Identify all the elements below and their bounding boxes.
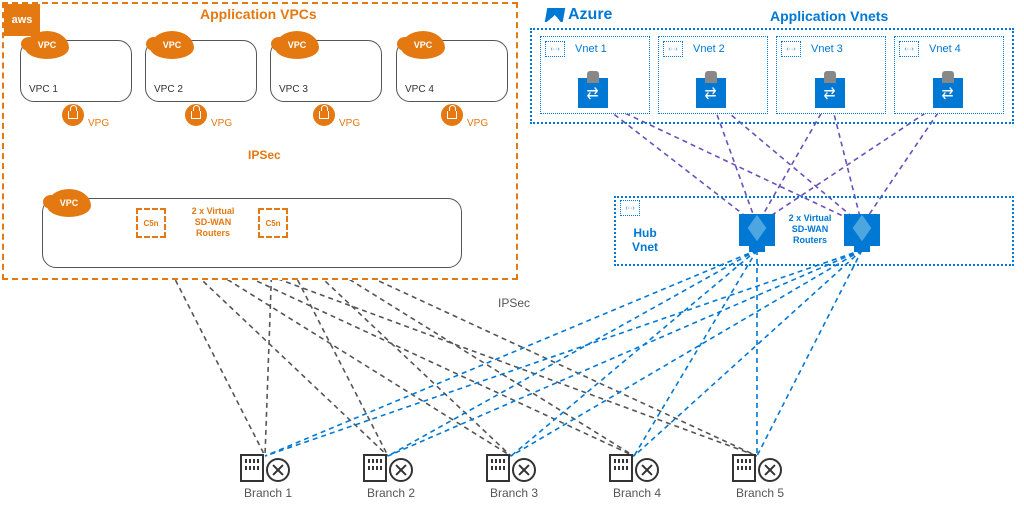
branch-label: Branch 3 xyxy=(490,486,538,500)
vpc-cloud-icon: VPC xyxy=(275,31,319,59)
branch-label: Branch 4 xyxy=(613,486,661,500)
vpg-label: VPG xyxy=(467,118,488,129)
lock-icon xyxy=(447,111,457,119)
building-icon xyxy=(240,454,264,482)
vnet-diamond-icon: ‹··› xyxy=(899,41,919,57)
vpg-label: VPG xyxy=(339,118,360,129)
vpg-icon xyxy=(183,102,209,128)
branch-node-3 xyxy=(486,454,536,482)
vpc-box-3: VPC VPC 3 xyxy=(270,40,382,102)
ipsec-center-label: IPSec xyxy=(498,296,530,310)
lock-icon xyxy=(68,111,78,119)
vpc-name-label: VPC 3 xyxy=(279,84,308,95)
vnet-name-label: Vnet 4 xyxy=(929,43,961,55)
application-vpcs-title: Application VPCs xyxy=(200,6,317,22)
cube-icon xyxy=(853,215,872,242)
branch-label: Branch 1 xyxy=(244,486,292,500)
vpc-cloud-icon: VPC xyxy=(150,31,194,59)
branch-node-4 xyxy=(609,454,659,482)
lock-icon xyxy=(191,111,201,119)
c5n-router-icon: C5n xyxy=(136,208,166,238)
vnet-diamond-icon: ‹··› xyxy=(781,41,801,57)
vnet-diamond-icon: ‹··› xyxy=(620,200,640,216)
azure-vm-icon xyxy=(739,214,775,246)
vnet-name-label: Vnet 2 xyxy=(693,43,725,55)
transit-vpc-box: VPC xyxy=(42,198,462,268)
lock-icon xyxy=(319,111,329,119)
azure-logo: Azure xyxy=(546,6,612,24)
building-icon xyxy=(363,454,387,482)
aws-sdwan-routers-label: 2 x Virtual SD-WAN Routers xyxy=(178,206,248,238)
application-vnets-title: Application Vnets xyxy=(770,8,888,24)
aws-logo-icon: aws xyxy=(4,4,40,36)
vpc-name-label: VPC 1 xyxy=(29,84,58,95)
vnet-name-label: Vnet 3 xyxy=(811,43,843,55)
vnet-peering-icon: ⇄ xyxy=(933,78,963,108)
vpg-label: VPG xyxy=(88,118,109,129)
branch-node-5 xyxy=(732,454,782,482)
vpg-icon xyxy=(439,102,465,128)
azure-logo-icon xyxy=(545,8,565,22)
vnet-diamond-icon: ‹··› xyxy=(663,41,683,57)
vpc-name-label: VPC 4 xyxy=(405,84,434,95)
branch-node-2 xyxy=(363,454,413,482)
vpg-label: VPG xyxy=(211,118,232,129)
router-icon xyxy=(512,458,536,482)
arrows-icon: ⇄ xyxy=(705,89,717,98)
branch-label: Branch 2 xyxy=(367,486,415,500)
arrows-icon: ⇄ xyxy=(824,89,836,98)
router-icon xyxy=(389,458,413,482)
vpc-box-1: VPC VPC 1 xyxy=(20,40,132,102)
branch-node-1 xyxy=(240,454,290,482)
building-icon xyxy=(486,454,510,482)
azure-vm-icon xyxy=(844,214,880,246)
vpc-cloud-icon: VPC xyxy=(401,31,445,59)
lock-icon xyxy=(705,71,717,83)
vpg-icon xyxy=(311,102,337,128)
cube-icon xyxy=(748,215,767,242)
vnet-peering-icon: ⇄ xyxy=(578,78,608,108)
vnet-peering-icon: ⇄ xyxy=(696,78,726,108)
router-icon xyxy=(266,458,290,482)
branch-label: Branch 5 xyxy=(736,486,784,500)
vpc-box-2: VPC VPC 2 xyxy=(145,40,257,102)
building-icon xyxy=(609,454,633,482)
azure-sdwan-routers-label: 2 x Virtual SD-WAN Routers xyxy=(780,213,840,245)
vnet-diamond-icon: ‹··› xyxy=(545,41,565,57)
vpc-cloud-icon: VPC xyxy=(47,189,91,217)
arrows-icon: ⇄ xyxy=(587,89,599,98)
arrows-icon: ⇄ xyxy=(942,89,954,98)
lock-icon xyxy=(824,71,836,83)
router-icon xyxy=(635,458,659,482)
vnet-peering-icon: ⇄ xyxy=(815,78,845,108)
vpg-icon xyxy=(60,102,86,128)
building-icon xyxy=(732,454,756,482)
c5n-router-icon: C5n xyxy=(258,208,288,238)
lock-icon xyxy=(587,71,599,83)
lock-icon xyxy=(942,71,954,83)
router-icon xyxy=(758,458,782,482)
vpc-box-4: VPC VPC 4 xyxy=(396,40,508,102)
vpc-name-label: VPC 2 xyxy=(154,84,183,95)
vnet-name-label: Vnet 1 xyxy=(575,43,607,55)
hub-vnet-title: Hub Vnet xyxy=(632,226,658,255)
ipsec-aws-label: IPSec xyxy=(248,148,281,162)
